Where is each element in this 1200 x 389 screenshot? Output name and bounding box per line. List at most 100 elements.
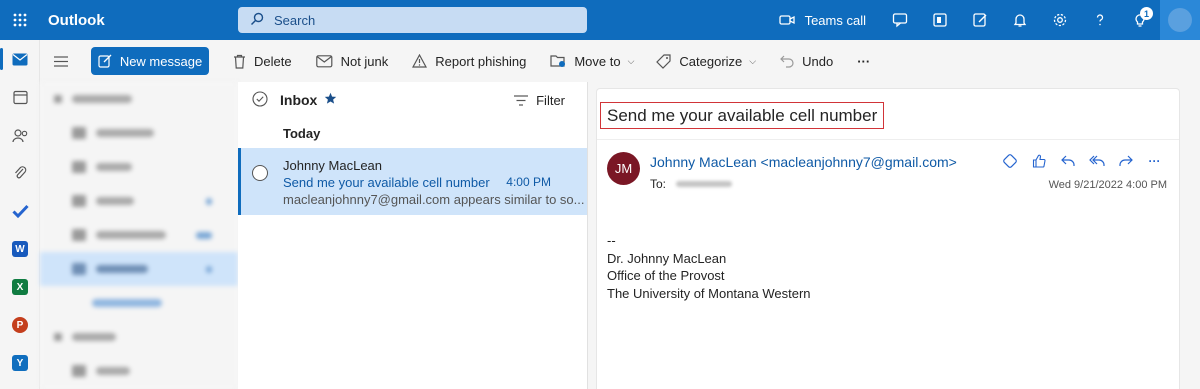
message-subject: Send me your available cell number	[283, 175, 490, 190]
todo-check-icon[interactable]	[0, 192, 40, 230]
not-junk-button[interactable]: Not junk	[315, 40, 389, 82]
to-label: To:	[650, 177, 667, 191]
more-options-button[interactable]: ···	[857, 40, 870, 82]
lightbulb-icon[interactable]: 1	[1120, 0, 1160, 40]
folder-item[interactable]	[40, 218, 238, 252]
calendar-icon[interactable]	[0, 78, 40, 116]
search-box[interactable]: Search	[238, 7, 587, 33]
video-camera-icon	[778, 15, 795, 25]
undo-label: Undo	[802, 53, 834, 69]
yammer-icon[interactable]: Y	[0, 344, 40, 382]
categorize-label: Categorize	[679, 53, 743, 69]
message-actions: ···	[995, 152, 1169, 170]
people-icon[interactable]	[0, 116, 40, 154]
forward-icon[interactable]	[1111, 152, 1140, 170]
folder-pane	[40, 82, 238, 389]
delete-button[interactable]: Delete	[233, 40, 292, 82]
signature-university: The University of Montana Western	[607, 285, 811, 301]
favorites-header[interactable]	[40, 82, 238, 116]
attachment-icon[interactable]	[0, 154, 40, 192]
message-time: 4:00 PM	[506, 175, 551, 189]
report-phishing-label: Report phishing	[435, 53, 527, 69]
recipient-redacted	[676, 181, 733, 187]
search-icon	[250, 12, 264, 29]
hamburger-menu-icon[interactable]	[40, 40, 82, 82]
envelope-check-icon	[315, 54, 332, 67]
chevron-down-icon: ⌵	[749, 55, 757, 66]
categorize-button[interactable]: Categorize ⌵	[656, 40, 756, 82]
account-avatar[interactable]	[1160, 0, 1200, 40]
word-icon[interactable]: W	[0, 230, 40, 268]
teams-call-button[interactable]: Teams call	[778, 12, 866, 28]
command-bar: New message Delete Not junk Report phish…	[40, 40, 1200, 82]
message-list: Inbox Filter Today Johnny MacLean Send m…	[238, 82, 588, 389]
notes-icon[interactable]	[960, 0, 1000, 40]
chat-icon[interactable]	[880, 0, 920, 40]
message-item-selected[interactable]: Johnny MacLean Send me your available ce…	[238, 148, 587, 215]
email-to: To:	[650, 177, 733, 191]
folder-item[interactable]	[40, 184, 238, 218]
like-icon[interactable]	[1024, 152, 1053, 170]
powerpoint-icon[interactable]: P	[0, 306, 40, 344]
chevron-down-icon: ⌵	[627, 55, 635, 66]
sender-avatar[interactable]: JM	[607, 152, 640, 185]
message-sender: Johnny MacLean	[283, 158, 383, 173]
warning-icon	[412, 54, 428, 68]
mail-icon[interactable]	[0, 40, 40, 78]
reply-all-icon[interactable]	[1082, 152, 1111, 170]
sticker-icon[interactable]	[995, 152, 1024, 170]
app-title[interactable]: Outlook	[48, 12, 105, 29]
search-placeholder: Search	[274, 12, 316, 28]
delete-label: Delete	[254, 53, 292, 69]
signature-separator: --	[607, 233, 616, 248]
divider	[597, 139, 1179, 140]
help-icon[interactable]	[1080, 0, 1120, 40]
not-junk-label: Not junk	[340, 53, 389, 69]
app-launcher-icon[interactable]	[0, 0, 40, 40]
reading-pane: Send me your available cell number JM Jo…	[596, 88, 1180, 389]
folder-item[interactable]	[40, 116, 238, 150]
report-phishing-button[interactable]: Report phishing	[412, 40, 526, 82]
folder-item[interactable]	[40, 354, 238, 388]
select-all-checkbox[interactable]	[252, 90, 268, 110]
reply-icon[interactable]	[1053, 152, 1082, 170]
signature-office: Office of the Provost	[607, 268, 725, 283]
email-subject: Send me your available cell number	[600, 102, 885, 129]
filter-label: Filter	[536, 92, 565, 108]
filter-button[interactable]: Filter	[514, 93, 565, 108]
more-actions-button[interactable]: ···	[1140, 152, 1169, 170]
top-bar: Outlook Search Teams call 1	[0, 0, 1200, 40]
new-message-button[interactable]: New message	[91, 47, 209, 75]
message-preview: macleanjohnny7@gmail.com appears similar…	[283, 192, 585, 207]
folder-title: Inbox	[280, 92, 318, 108]
select-message-checkbox[interactable]	[252, 165, 268, 181]
message-list-header: Inbox Filter	[238, 82, 587, 118]
folders-header[interactable]	[40, 320, 238, 354]
app-rail: W X P Y	[0, 40, 40, 389]
tag-icon	[656, 53, 672, 69]
star-icon[interactable]	[324, 92, 337, 108]
new-message-label: New message	[119, 53, 203, 69]
gear-icon[interactable]	[1040, 0, 1080, 40]
filter-icon	[514, 94, 529, 106]
teams-call-label: Teams call	[804, 12, 866, 28]
trash-icon	[234, 54, 245, 69]
office-icon[interactable]	[920, 0, 960, 40]
undo-button[interactable]: Undo	[780, 40, 833, 82]
undo-icon	[780, 55, 794, 68]
folder-item[interactable]	[40, 150, 238, 184]
move-to-label: Move to	[574, 53, 621, 69]
notification-badge: 1	[1140, 7, 1153, 20]
excel-icon[interactable]: X	[0, 268, 40, 306]
folder-item-selected[interactable]	[40, 252, 238, 286]
signature-name: Dr. Johnny MacLean	[607, 250, 727, 266]
compose-icon	[98, 54, 112, 68]
email-date: Wed 9/21/2022 4:00 PM	[1048, 179, 1167, 191]
email-from[interactable]: Johnny MacLean <macleanjohnny7@gmail.com…	[650, 154, 957, 170]
bell-icon[interactable]	[1000, 0, 1040, 40]
email-body: -- Dr. Johnny MacLean Office of the Prov…	[607, 232, 811, 302]
group-header: Today	[283, 125, 321, 141]
add-favorite-link[interactable]	[40, 286, 238, 320]
folder-move-icon	[550, 55, 566, 67]
move-to-button[interactable]: Move to ⌵	[550, 40, 634, 82]
